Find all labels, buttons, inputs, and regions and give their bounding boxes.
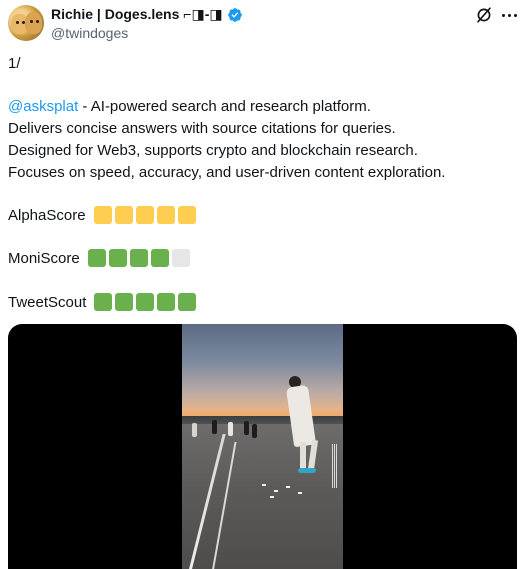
- score-label: TweetScout: [8, 293, 87, 311]
- author-name-row[interactable]: Richie | Doges.lens ⌐◨-◨: [51, 6, 243, 23]
- score-square-filled: [157, 293, 176, 311]
- score-square-empty: [171, 249, 190, 267]
- author-display-name[interactable]: Richie | Doges.lens ⌐◨-◨: [51, 6, 223, 23]
- tweet-text-line-2: @asksplat - AI-powered search and resear…: [8, 96, 371, 118]
- score-square-filled: [87, 249, 106, 267]
- score-square-filled: [115, 293, 134, 311]
- person-figure: [285, 376, 324, 476]
- score-squares: [93, 206, 196, 224]
- video-player[interactable]: [8, 324, 517, 569]
- score-squares: [94, 293, 197, 311]
- score-square-filled: [178, 293, 197, 311]
- tweet-text-line-1: 1/: [8, 55, 21, 72]
- score-label: AlphaScore: [8, 206, 86, 224]
- mention-link[interactable]: @asksplat: [8, 98, 78, 115]
- grok-icon[interactable]: [475, 6, 493, 24]
- score-square-filled: [93, 206, 112, 224]
- score-label: MoniScore: [8, 249, 80, 267]
- score-square-filled: [108, 249, 127, 267]
- author-handle[interactable]: @twindoges: [51, 25, 128, 41]
- score-row-tweetscout: TweetScout: [8, 293, 197, 311]
- tweet-text-line-2-rest: - AI-powered search and research platfor…: [78, 98, 371, 115]
- score-square-filled: [136, 293, 155, 311]
- score-square-filled: [150, 249, 169, 267]
- more-icon[interactable]: [498, 5, 520, 25]
- video-frame[interactable]: [182, 324, 343, 569]
- score-row-moniscore: MoniScore: [8, 249, 190, 267]
- score-row-alphascore: AlphaScore: [8, 206, 196, 224]
- score-square-filled: [129, 249, 148, 267]
- score-square-filled: [156, 206, 175, 224]
- score-square-filled: [114, 206, 133, 224]
- score-squares: [87, 249, 190, 267]
- avatar[interactable]: [8, 5, 44, 41]
- tweet: Richie | Doges.lens ⌐◨-◨ @twindoges 1/ @…: [0, 0, 525, 569]
- tweet-text-line-4: Designed for Web3, supports crypto and b…: [8, 142, 418, 159]
- tweet-text-line-5: Focuses on speed, accuracy, and user-dri…: [8, 164, 446, 181]
- score-square-filled: [177, 206, 196, 224]
- verified-badge-icon: [227, 7, 242, 22]
- tweet-text-line-3: Delivers concise answers with source cit…: [8, 120, 396, 137]
- score-square-filled: [94, 293, 113, 311]
- score-square-filled: [135, 206, 154, 224]
